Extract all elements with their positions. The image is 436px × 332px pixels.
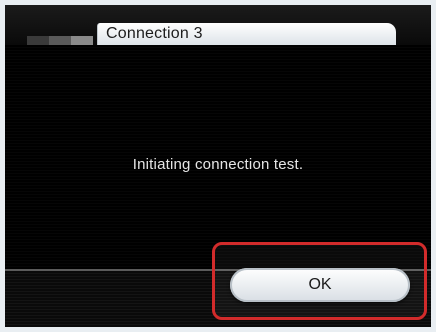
connection-title: Connection 3 bbox=[106, 25, 203, 42]
status-message: Initiating connection test. bbox=[132, 156, 304, 173]
tab-indicator-blocks bbox=[27, 36, 93, 45]
connection-tab: Connection 3 bbox=[97, 23, 396, 45]
ok-button[interactable]: OK bbox=[230, 268, 410, 302]
title-bar: Connection 3 bbox=[5, 5, 431, 45]
message-area: Initiating connection test. bbox=[5, 45, 431, 269]
indicator-block-1 bbox=[27, 36, 49, 45]
indicator-block-3 bbox=[71, 36, 93, 45]
indicator-block-2 bbox=[49, 36, 71, 45]
